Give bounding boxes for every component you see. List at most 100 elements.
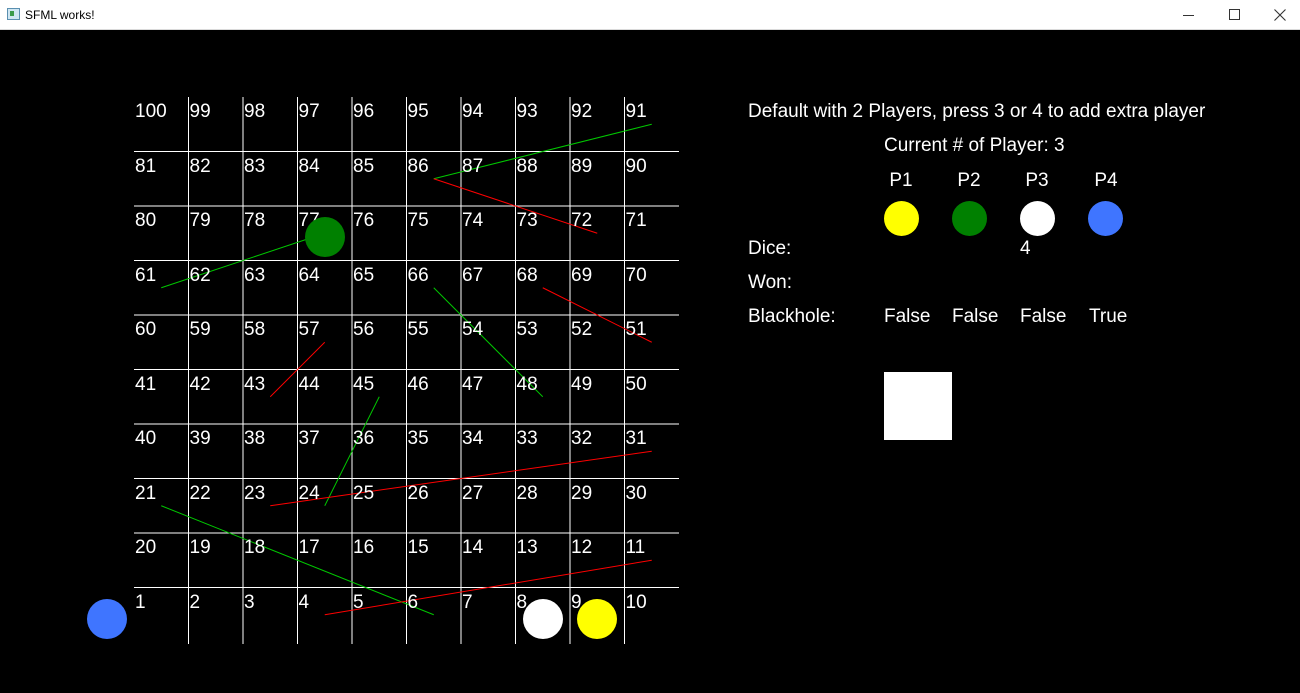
title-bar: SFML works!	[0, 0, 1300, 30]
board-cell-number: 40	[135, 428, 157, 449]
board-cell-number: 97	[298, 101, 320, 122]
board-cell-number: 89	[571, 155, 593, 177]
token-p1	[577, 598, 618, 639]
board-cell-number: 91	[625, 101, 647, 122]
board-cell-number: 81	[135, 155, 157, 177]
board-cell-number: 5	[353, 591, 364, 613]
board-cell-number: 73	[516, 210, 538, 231]
board-cell-number: 22	[189, 482, 211, 504]
board-cell-number: 27	[462, 482, 484, 504]
board-cell-number: 52	[571, 319, 593, 340]
board-cell-number: 88	[516, 155, 538, 177]
board-cell-number: 11	[625, 537, 646, 558]
board-cell-number: 28	[516, 482, 538, 504]
board-cell-number: 59	[189, 319, 211, 340]
board-cell-number: 10	[625, 591, 647, 613]
board-cell-number: 36	[353, 428, 375, 449]
blackhole-p1: False	[884, 306, 931, 327]
board-cell-number: 75	[407, 210, 429, 231]
dice-label: Dice:	[748, 238, 792, 259]
board-cell-number: 79	[189, 210, 211, 231]
dice-value: 4	[1020, 238, 1031, 259]
board-cell-number: 20	[135, 537, 157, 558]
board-cell-number: 68	[516, 264, 538, 286]
board-cell-number: 7	[462, 591, 473, 613]
player-label-p1: P1	[889, 170, 913, 191]
board-cell-number: 17	[298, 537, 320, 558]
board-cell-number: 57	[298, 319, 320, 340]
player-color-p3	[1020, 201, 1055, 236]
board-cell-number: 39	[189, 428, 211, 449]
board-cell-number: 64	[298, 264, 320, 286]
board-cell-number: 93	[516, 101, 538, 122]
token-p2	[304, 217, 345, 258]
board-cell-number: 78	[244, 210, 266, 231]
minimize-button[interactable]	[1165, 0, 1211, 30]
board-cell-number: 2	[189, 591, 201, 613]
token-p4	[86, 598, 127, 639]
board-cell-number: 26	[407, 482, 429, 504]
board-cell-number: 76	[353, 210, 375, 231]
board-cell-number: 53	[516, 319, 538, 340]
board-cell-number: 51	[625, 319, 647, 340]
board-cell-number: 45	[353, 373, 375, 395]
instructions-text: Default with 2 Players, press 3 or 4 to …	[748, 101, 1206, 122]
close-icon	[1274, 9, 1286, 21]
blackhole-p2: False	[952, 306, 999, 327]
board-cell-number: 95	[407, 101, 429, 122]
board-cell-number: 55	[407, 319, 429, 340]
board-cell-number: 71	[625, 210, 647, 231]
board-cell-number: 90	[625, 155, 647, 177]
board-cell-number: 96	[353, 101, 375, 122]
board-cell-number: 56	[353, 319, 375, 340]
board-cell-number: 62	[189, 264, 211, 286]
board-cell-number: 12	[571, 537, 593, 558]
board-cell-number: 82	[189, 155, 211, 177]
board-cell-number: 35	[407, 428, 429, 449]
token-p3	[522, 598, 563, 639]
board-cell-number: 87	[462, 155, 484, 177]
player-label-p2: P2	[957, 170, 981, 191]
board-cell-number: 80	[135, 210, 157, 231]
board-cell-number: 54	[462, 319, 484, 340]
board-cell-number: 18	[244, 537, 266, 558]
board-cell-number: 92	[571, 101, 593, 122]
board-cell-number: 50	[625, 373, 647, 395]
board-cell-number: 100	[135, 101, 167, 122]
close-button[interactable]	[1257, 0, 1300, 30]
board-cell-number: 30	[625, 482, 647, 504]
maximize-button[interactable]	[1211, 0, 1257, 30]
board-cell-number: 48	[516, 373, 538, 395]
board-cell-number: 63	[244, 264, 266, 286]
board-cell-number: 66	[407, 264, 429, 286]
dice-box	[884, 372, 952, 440]
board-cell-number: 1	[135, 591, 146, 613]
game-canvas[interactable]: 100 99 98 97 96 95 94 93 92 91 81 82 83 84 85 86 87 88 89 9…	[0, 31, 1300, 693]
board-cell-number: 29	[571, 482, 593, 504]
player-label-p3: P3	[1025, 170, 1049, 191]
board-cell-number: 61	[135, 264, 157, 286]
current-players-text: Current # of Player: 3	[884, 135, 1065, 156]
board-cell-number: 24	[298, 482, 320, 504]
board-cell-number: 13	[516, 537, 538, 558]
board-cell-number: 86	[407, 155, 429, 177]
board-cell-number: 94	[462, 101, 484, 122]
player-color-p4	[1088, 201, 1123, 236]
player-color-p1	[884, 201, 919, 236]
board-cell-number: 60	[135, 319, 157, 340]
board-cell-number: 37	[298, 428, 320, 449]
blackhole-p3: False	[1020, 306, 1067, 327]
board-cell-number: 58	[244, 319, 266, 340]
board-cell-number: 47	[462, 373, 484, 395]
board-cell-number: 38	[244, 428, 266, 449]
blackhole-label: Blackhole:	[748, 306, 836, 327]
board-cell-number: 46	[407, 373, 429, 395]
board-cell-number: 31	[625, 428, 647, 449]
board-cell-number: 6	[407, 591, 419, 613]
window-title: SFML works!	[25, 8, 95, 22]
board-cell-number: 19	[189, 537, 211, 558]
board-cell-number: 3	[244, 591, 255, 613]
board-cell-number: 72	[571, 210, 593, 231]
board-cell-number: 85	[353, 155, 375, 177]
board-cell-number: 34	[462, 428, 484, 449]
